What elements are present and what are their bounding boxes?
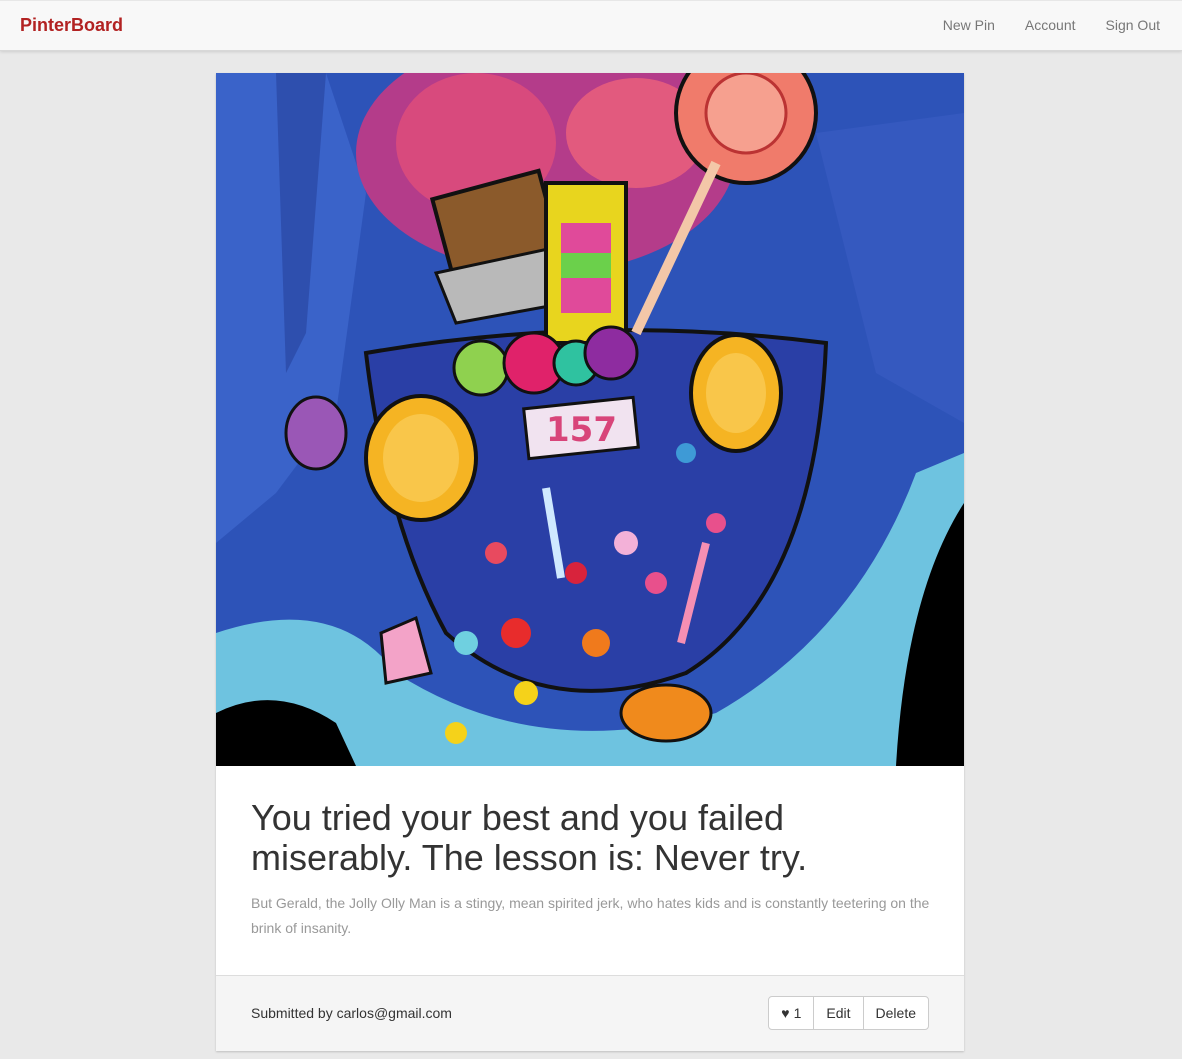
pin-description: But Gerald, the Jolly Olly Man is a stin… (251, 895, 930, 936)
brand-logo[interactable]: PinterBoard (20, 15, 123, 36)
pin-actions: ♥ 1 Edit Delete (768, 996, 929, 1030)
pin-image: 157 (216, 73, 964, 766)
nav-new-pin[interactable]: New Pin (943, 17, 995, 33)
pin-card: 157 You tried your best and you failed m… (216, 73, 964, 1051)
pin-footer: Submitted by carlos@gmail.com ♥ 1 Edit D… (216, 975, 964, 1051)
pin-title: You tried your best and you failed miser… (251, 797, 808, 878)
heart-icon: ♥ (781, 1005, 790, 1021)
nav-sign-out[interactable]: Sign Out (1106, 17, 1160, 33)
delete-button[interactable]: Delete (862, 996, 929, 1030)
pocket-label-text: 157 (546, 410, 617, 450)
pin-caption: You tried your best and you failed miser… (251, 798, 931, 941)
nav-links: New Pin Account Sign Out (913, 17, 1160, 33)
edit-button[interactable]: Edit (813, 996, 864, 1030)
like-button[interactable]: ♥ 1 (768, 996, 815, 1030)
navbar: PinterBoard New Pin Account Sign Out (0, 0, 1182, 51)
submitted-by: Submitted by carlos@gmail.com (251, 1005, 452, 1021)
nav-account[interactable]: Account (1025, 17, 1076, 33)
like-count: 1 (793, 1005, 802, 1021)
candy-illustration: 157 (216, 73, 964, 766)
